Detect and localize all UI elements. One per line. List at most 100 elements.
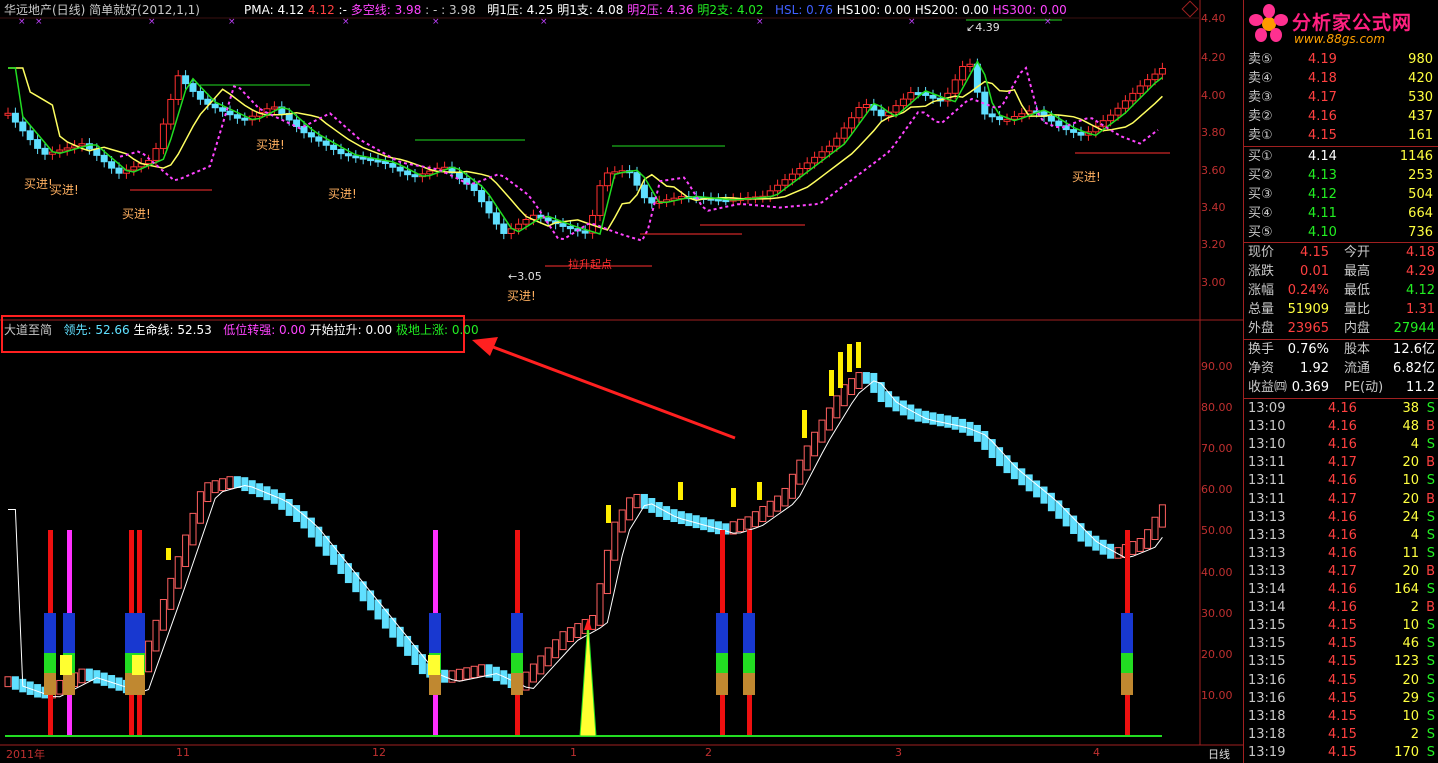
quote-label: 现价 <box>1248 245 1275 260</box>
date-tick: 3 <box>895 746 902 759</box>
tick-row[interactable]: 13:13 4.16 4 S <box>1244 527 1438 545</box>
quote-row[interactable]: 现价 4.15 今开 4.18 <box>1244 244 1438 262</box>
bid-price: 4.12 <box>1308 187 1337 202</box>
tick-volume: 20 <box>1402 563 1419 579</box>
tick-price: 4.15 <box>1328 618 1357 634</box>
tick-price: 4.15 <box>1328 690 1357 706</box>
bid-volume: 253 <box>1408 168 1433 183</box>
quote-label: 最高 <box>1344 264 1371 279</box>
tick-side: S <box>1426 690 1435 706</box>
quote-row[interactable]: 总量 51909 量比 1.31 <box>1244 301 1438 319</box>
stats-row[interactable]: 换手 0.76% 股本 12.6亿 <box>1244 341 1438 359</box>
ask-row[interactable]: 卖① 4.15 161 <box>1244 127 1438 145</box>
tick-price: 4.16 <box>1328 473 1357 489</box>
tick-time: 13:11 <box>1248 473 1286 489</box>
ask-price: 4.18 <box>1308 71 1337 86</box>
tick-row[interactable]: 13:16 4.15 29 S <box>1244 690 1438 708</box>
quote-row[interactable]: 外盘 23965 内盘 27944 <box>1244 320 1438 338</box>
axis-tick: 3.80 <box>1201 126 1226 139</box>
tick-time: 13:15 <box>1248 618 1286 634</box>
quote-value: 4.12 <box>1406 283 1435 298</box>
tick-side: S <box>1426 744 1435 760</box>
tick-row[interactable]: 13:11 4.17 20 B <box>1244 491 1438 509</box>
sub-indicator-header: 大道至简 领先: 52.66 生命线: 52.53 低位转强: 0.00 开始拉… <box>4 323 479 337</box>
ask-volume: 420 <box>1408 71 1433 86</box>
bid-row[interactable]: 买⑤ 4.10 736 <box>1244 224 1438 242</box>
tick-side: S <box>1426 636 1435 652</box>
axis-tick: 3.40 <box>1201 201 1226 214</box>
tick-row[interactable]: 13:13 4.16 11 S <box>1244 545 1438 563</box>
stats-label: 净资 <box>1248 361 1275 376</box>
tick-side: S <box>1426 437 1435 453</box>
tick-volume: 11 <box>1402 545 1419 561</box>
tick-row[interactable]: 13:14 4.16 2 B <box>1244 599 1438 617</box>
tick-volume: 20 <box>1402 491 1419 507</box>
axis-tick: 40.00 <box>1201 566 1233 579</box>
stats-value: 6.82亿 <box>1393 361 1435 376</box>
tick-time: 13:15 <box>1248 654 1286 670</box>
tick-row[interactable]: 13:15 4.15 46 S <box>1244 635 1438 653</box>
stats-label: PE(动) <box>1344 380 1384 395</box>
tick-row[interactable]: 13:15 4.15 10 S <box>1244 617 1438 635</box>
stats-row[interactable]: 收益㈣ 0.369 PE(动) 11.2 <box>1244 379 1438 397</box>
tick-row[interactable]: 13:13 4.16 24 S <box>1244 509 1438 527</box>
tick-price: 4.16 <box>1328 419 1357 435</box>
quote-row[interactable]: 涨跌 0.01 最高 4.29 <box>1244 263 1438 281</box>
quote-label: 最低 <box>1344 283 1371 298</box>
kline-chart[interactable]: × × × × × × × × × × <box>0 0 1243 763</box>
stats-value: 0.369 <box>1291 380 1329 395</box>
tick-row[interactable]: 13:19 4.15 170 S <box>1244 744 1438 762</box>
axis-tick: 4.00 <box>1201 89 1226 102</box>
bid-label: 买③ <box>1248 187 1273 202</box>
tick-price: 4.16 <box>1328 600 1357 616</box>
bid-label: 买① <box>1248 149 1273 164</box>
bid-row[interactable]: 买③ 4.12 504 <box>1244 186 1438 204</box>
bid-row[interactable]: 买④ 4.11 664 <box>1244 205 1438 223</box>
tick-time: 13:10 <box>1248 437 1286 453</box>
quote-value: 51909 <box>1287 302 1329 317</box>
stats-value: 11.2 <box>1406 380 1435 395</box>
tick-time: 13:15 <box>1248 636 1286 652</box>
date-tick: 12 <box>372 746 386 759</box>
tick-side: S <box>1426 672 1435 688</box>
quote-label: 外盘 <box>1248 321 1275 336</box>
stats-label: 流通 <box>1344 361 1371 376</box>
date-tick: 1 <box>570 746 577 759</box>
tick-row[interactable]: 13:11 4.16 10 S <box>1244 472 1438 490</box>
period-label[interactable]: 日线 <box>1208 746 1230 762</box>
stats-row[interactable]: 净资 1.92 流通 6.82亿 <box>1244 360 1438 378</box>
tick-row[interactable]: 13:09 4.16 38 S <box>1244 400 1438 418</box>
tick-row[interactable]: 13:10 4.16 48 B <box>1244 418 1438 436</box>
tick-row[interactable]: 13:13 4.17 20 B <box>1244 563 1438 581</box>
axis-tick: 60.00 <box>1201 483 1233 496</box>
svg-text:×: × <box>1044 17 1052 27</box>
ask-row[interactable]: 卖② 4.16 437 <box>1244 108 1438 126</box>
tick-row[interactable]: 13:14 4.16 164 S <box>1244 581 1438 599</box>
ask-row[interactable]: 卖③ 4.17 530 <box>1244 89 1438 107</box>
tick-side: S <box>1426 726 1435 742</box>
bid-row[interactable]: 买② 4.13 253 <box>1244 167 1438 185</box>
tick-side: B <box>1426 491 1435 507</box>
ask-label: 卖② <box>1248 109 1273 124</box>
ask-row[interactable]: 卖④ 4.18 420 <box>1244 70 1438 88</box>
tick-time: 13:19 <box>1248 744 1286 760</box>
bid-row[interactable]: 买① 4.14 1146 <box>1244 148 1438 166</box>
tick-price: 4.15 <box>1328 654 1357 670</box>
tick-row[interactable]: 13:18 4.15 2 S <box>1244 726 1438 744</box>
tick-row[interactable]: 13:16 4.15 20 S <box>1244 672 1438 690</box>
tick-price: 4.16 <box>1328 401 1357 416</box>
tick-volume: 2 <box>1410 726 1419 742</box>
bid-volume: 664 <box>1408 206 1433 221</box>
chart-title: 华远地产(日线) 简单就好(2012,1,1) <box>4 3 200 17</box>
tick-row[interactable]: 13:11 4.17 20 B <box>1244 454 1438 472</box>
ask-volume: 980 <box>1408 52 1433 67</box>
tick-volume: 10 <box>1402 618 1419 634</box>
svg-text:×: × <box>908 17 916 27</box>
sub-indicator-axis: 90.00 80.00 70.00 60.00 50.00 40.00 30.0… <box>1200 320 1243 745</box>
ask-row[interactable]: 卖⑤ 4.19 980 <box>1244 51 1438 69</box>
tick-time: 13:16 <box>1248 672 1286 688</box>
tick-row[interactable]: 13:18 4.15 10 S <box>1244 708 1438 726</box>
quote-row[interactable]: 涨幅 0.24% 最低 4.12 <box>1244 282 1438 300</box>
tick-row[interactable]: 13:10 4.16 4 S <box>1244 436 1438 454</box>
tick-row[interactable]: 13:15 4.15 123 S <box>1244 653 1438 671</box>
